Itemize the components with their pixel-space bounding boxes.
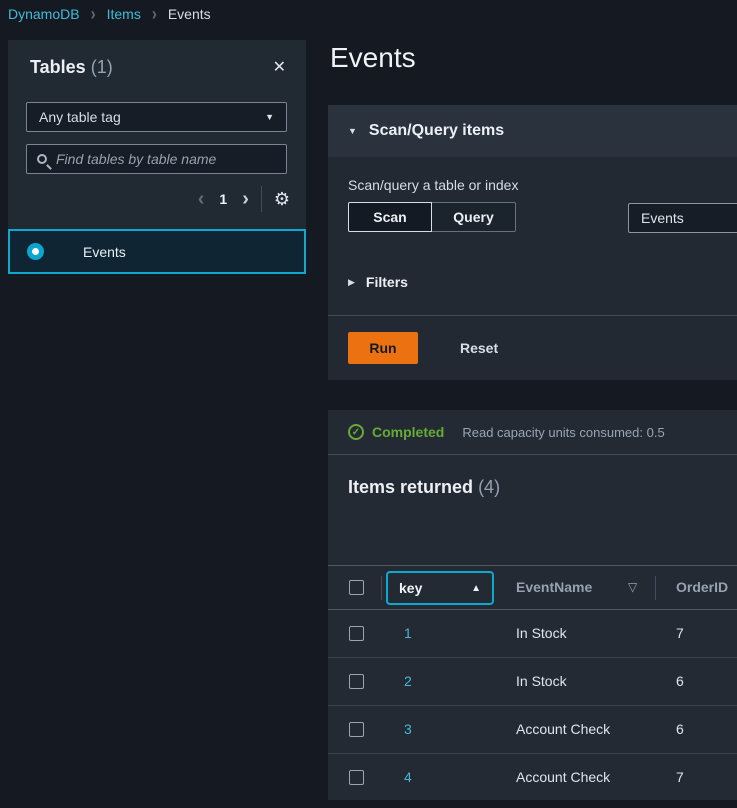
column-label-orderid: OrderID <box>676 579 728 595</box>
tables-count: (1) <box>91 57 113 77</box>
cell-eventname: Account Check <box>516 769 610 785</box>
cell-eventname: In Stock <box>516 673 567 689</box>
cell-key-link[interactable]: 2 <box>404 673 412 689</box>
breadcrumb-link-items[interactable]: Items <box>107 6 141 22</box>
scan-query-panel-header[interactable]: ▼ Scan/Query items <box>328 105 737 157</box>
scan-query-mode-label: Scan/query a table or index <box>348 177 717 193</box>
items-returned-label: Items returned <box>348 477 473 497</box>
chevron-right-icon: ▶ <box>348 277 355 288</box>
filters-expander[interactable]: ▶ Filters <box>348 274 717 290</box>
table-search <box>26 144 287 174</box>
row-checkbox[interactable] <box>349 626 364 641</box>
scan-mode-button[interactable]: Scan <box>348 202 432 232</box>
status-label: Completed <box>372 424 444 440</box>
search-icon <box>37 154 47 164</box>
items-table: key ▲ EventName ▽ OrderID 1 In Stock 7 <box>328 565 737 800</box>
tables-title-text: Tables <box>30 57 86 77</box>
row-checkbox[interactable] <box>349 770 364 785</box>
tables-panel-header: Tables (1) ✕ <box>8 40 306 78</box>
table-row: 4 Account Check 7 <box>328 754 737 800</box>
column-divider <box>655 576 656 600</box>
results-panel: ✓ Completed Read capacity units consumed… <box>328 410 737 800</box>
breadcrumb-separator-icon: › <box>152 4 157 24</box>
column-label-key: key <box>399 580 422 596</box>
gear-icon[interactable]: ⚙ <box>274 190 290 208</box>
items-table-header: key ▲ EventName ▽ OrderID <box>328 565 737 610</box>
cell-key-link[interactable]: 1 <box>404 625 412 641</box>
scan-query-panel-body: Scan/query a table or index Scan Query E… <box>328 157 737 315</box>
column-header-key[interactable]: key ▲ <box>386 571 494 605</box>
column-header-orderid[interactable]: OrderID <box>676 579 728 597</box>
cell-orderid: 6 <box>676 721 684 737</box>
page-title: Events <box>330 42 416 74</box>
table-list-item-events[interactable]: Events <box>8 229 306 274</box>
run-button[interactable]: Run <box>348 332 418 364</box>
table-item-label: Events <box>83 244 126 260</box>
capacity-consumed-text: Read capacity units consumed: 0.5 <box>462 425 664 440</box>
table-row: 2 In Stock 6 <box>328 658 737 706</box>
select-all-checkbox[interactable] <box>349 580 364 595</box>
sort-ascending-icon: ▲ <box>471 583 481 594</box>
scan-query-panel-footer: Run Reset <box>328 315 737 380</box>
dynamodb-console: DynamoDB › Items › Events Tables (1) ✕ A… <box>0 0 737 808</box>
query-mode-button[interactable]: Query <box>432 202 516 232</box>
items-returned-count: (4) <box>478 477 500 497</box>
close-icon[interactable]: ✕ <box>273 60 286 76</box>
next-page-icon[interactable]: › <box>242 189 249 209</box>
pagination-divider <box>261 186 262 212</box>
sortable-icon[interactable]: ▽ <box>628 580 637 594</box>
scan-query-panel-title: Scan/Query items <box>369 122 504 140</box>
reset-button[interactable]: Reset <box>460 340 498 356</box>
breadcrumb: DynamoDB › Items › Events <box>8 4 211 24</box>
chevron-down-icon: ▼ <box>265 112 274 122</box>
table-tag-filter-dropdown[interactable]: Any table tag ▼ <box>26 102 287 132</box>
cell-orderid: 7 <box>676 625 684 641</box>
items-returned-heading: Items returned (4) <box>328 455 737 498</box>
row-checkbox[interactable] <box>349 722 364 737</box>
breadcrumb-current: Events <box>168 6 211 22</box>
table-row: 3 Account Check 6 <box>328 706 737 754</box>
column-header-eventname[interactable]: EventName <box>516 579 592 597</box>
cell-eventname: Account Check <box>516 721 610 737</box>
scan-query-panel: ▼ Scan/Query items Scan/query a table or… <box>328 105 737 380</box>
table-index-select[interactable]: Events <box>628 203 737 233</box>
table-search-input[interactable] <box>56 151 256 167</box>
cell-eventname: In Stock <box>516 625 567 641</box>
current-page-number: 1 <box>219 191 227 207</box>
breadcrumb-link-dynamodb[interactable]: DynamoDB <box>8 6 80 22</box>
scan-status-bar: ✓ Completed Read capacity units consumed… <box>328 410 737 455</box>
column-divider <box>381 576 382 600</box>
table-tag-filter-value: Any table tag <box>39 109 121 125</box>
previous-page-icon[interactable]: ‹ <box>198 189 205 209</box>
breadcrumb-separator-icon: › <box>91 4 96 24</box>
table-row: 1 In Stock 7 <box>328 610 737 658</box>
column-label-eventname: EventName <box>516 579 592 595</box>
chevron-down-icon: ▼ <box>348 126 357 136</box>
table-index-select-value: Events <box>641 210 684 226</box>
tables-panel: Tables (1) ✕ Any table tag ▼ ‹ 1 › ⚙ <box>8 40 306 229</box>
radio-selected-icon[interactable] <box>27 243 44 260</box>
tables-pagination: ‹ 1 › ⚙ <box>198 184 290 214</box>
filters-label: Filters <box>366 274 408 290</box>
success-check-icon: ✓ <box>348 424 364 440</box>
cell-key-link[interactable]: 4 <box>404 769 412 785</box>
cell-orderid: 6 <box>676 673 684 689</box>
tables-panel-title: Tables (1) <box>30 57 113 78</box>
cell-orderid: 7 <box>676 769 684 785</box>
items-returned-count-value: (4) <box>478 477 500 497</box>
cell-key-link[interactable]: 3 <box>404 721 412 737</box>
row-checkbox[interactable] <box>349 674 364 689</box>
